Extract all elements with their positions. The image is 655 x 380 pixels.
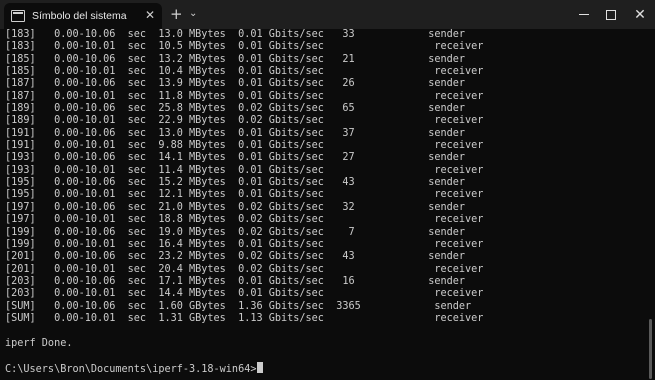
close-icon: ✕: [634, 6, 646, 23]
tab-command-prompt[interactable]: Símbolo del sistema ✕: [4, 3, 162, 29]
output-line: [SUM] 0.00-10.01 sec 1.31 GBytes 1.13 Gb…: [5, 312, 484, 324]
output-line: [185] 0.00-10.06 sec 13.2 MBytes 0.01 Gb…: [5, 53, 466, 65]
tab-title: Símbolo del sistema: [32, 10, 127, 22]
output-line: [191] 0.00-10.06 sec 13.0 MBytes 0.01 Gb…: [5, 127, 466, 139]
scrollbar[interactable]: [649, 29, 653, 380]
output-line: [185] 0.00-10.01 sec 10.4 MBytes 0.01 Gb…: [5, 66, 484, 78]
maximize-button[interactable]: [595, 0, 627, 29]
output-line: [201] 0.00-10.06 sec 23.2 MBytes 0.02 Gb…: [5, 251, 466, 263]
maximize-icon: [606, 9, 616, 20]
prompt-text: C:\Users\Bron\Documents\iperf-3.18-win64…: [5, 364, 257, 375]
console-output[interactable]: [183] 0.00-10.06 sec 13.0 MBytes 0.01 Gb…: [5, 29, 645, 380]
output-line: [199] 0.00-10.06 sec 19.0 MBytes 0.02 Gb…: [5, 226, 466, 238]
output-line: [187] 0.00-10.06 sec 13.9 MBytes 0.01 Gb…: [5, 78, 466, 90]
close-button[interactable]: ✕: [624, 0, 655, 29]
minimize-icon: [579, 14, 589, 15]
output-line: [189] 0.00-10.06 sec 25.8 MBytes 0.02 Gb…: [5, 103, 466, 115]
output-lines: [183] 0.00-10.06 sec 13.0 MBytes 0.01 Gb…: [5, 29, 645, 325]
output-line: [203] 0.00-10.06 sec 17.1 MBytes 0.01 Gb…: [5, 275, 466, 287]
output-line: [197] 0.00-10.01 sec 18.8 MBytes 0.02 Gb…: [5, 214, 484, 226]
title-bar: Símbolo del sistema ✕ + ⌄ ✕: [0, 0, 655, 29]
output-line: [195] 0.00-10.06 sec 15.2 MBytes 0.01 Gb…: [5, 177, 466, 189]
chevron-down-icon[interactable]: ⌄: [189, 8, 197, 20]
output-line: [187] 0.00-10.01 sec 11.8 MBytes 0.01 Gb…: [5, 90, 484, 102]
output-line: [SUM] 0.00-10.06 sec 1.60 GBytes 1.36 Gb…: [5, 300, 472, 312]
done-message: iperf Done.: [5, 337, 73, 349]
output-line: [201] 0.00-10.01 sec 20.4 MBytes 0.02 Gb…: [5, 263, 484, 275]
terminal-icon: [11, 10, 25, 22]
output-line: [195] 0.00-10.01 sec 12.1 MBytes 0.01 Gb…: [5, 189, 484, 201]
output-line: [199] 0.00-10.01 sec 16.4 MBytes 0.01 Gb…: [5, 238, 484, 250]
tab-close-icon[interactable]: ✕: [145, 8, 155, 22]
output-line: [197] 0.00-10.06 sec 21.0 MBytes 0.02 Gb…: [5, 201, 466, 213]
output-line: [183] 0.00-10.06 sec 13.0 MBytes 0.01 Gb…: [5, 29, 466, 40]
output-line: [203] 0.00-10.01 sec 14.4 MBytes 0.01 Gb…: [5, 288, 484, 300]
new-tab-button[interactable]: +: [170, 6, 183, 22]
text-cursor: [257, 362, 264, 374]
terminal-window: Símbolo del sistema ✕ + ⌄ ✕ [183] 0.00-1…: [0, 0, 655, 380]
output-line: [193] 0.00-10.06 sec 14.1 MBytes 0.01 Gb…: [5, 152, 466, 164]
output-line: [193] 0.00-10.01 sec 11.4 MBytes 0.01 Gb…: [5, 164, 484, 176]
prompt-line[interactable]: C:\Users\Bron\Documents\iperf-3.18-win64…: [5, 362, 645, 375]
output-line: [183] 0.00-10.01 sec 10.5 MBytes 0.01 Gb…: [5, 41, 484, 53]
output-line: [191] 0.00-10.01 sec 9.88 MBytes 0.01 Gb…: [5, 140, 484, 152]
scrollbar-thumb[interactable]: [649, 319, 652, 379]
output-line: [189] 0.00-10.01 sec 22.9 MBytes 0.02 Gb…: [5, 115, 484, 127]
